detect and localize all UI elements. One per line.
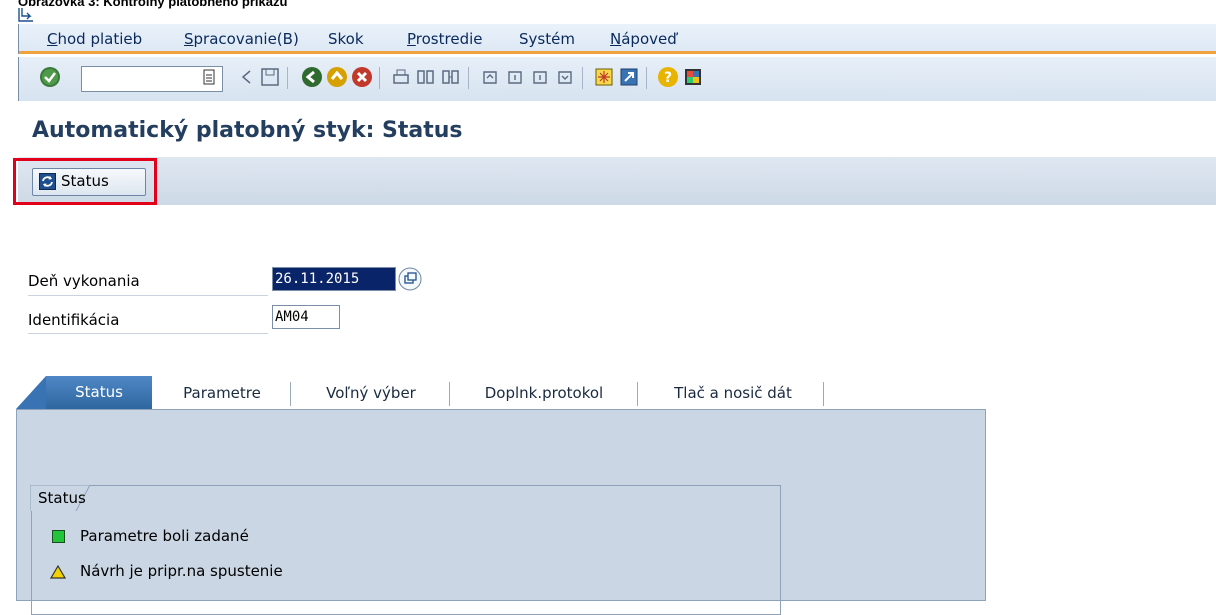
green-square-icon [52,530,65,543]
save-icon[interactable] [259,66,281,88]
new-session-icon[interactable] [593,66,615,88]
status-line-proposal: Návrh je pripr.na spustenie [80,562,283,580]
highlight-box [13,158,157,205]
menu-napoveda[interactable]: Nápoveď [610,30,677,48]
page-title: Automatický platobný styk: Status [32,118,463,143]
back-arrow-icon[interactable] [236,66,258,88]
field-underline [28,333,268,334]
title-area: Automatický platobný styk: Status [18,104,1216,154]
tab-edge-shape [16,376,46,409]
tab-doplnk-protokol[interactable]: Doplnk.protokol [456,378,632,408]
previous-page-icon[interactable] [504,66,526,88]
toolbar-separator [646,67,647,89]
calendar-picker-icon[interactable] [398,267,422,291]
command-history-icon[interactable] [202,69,216,85]
status-line-parameters: Parametre boli zadané [80,527,249,545]
first-page-icon[interactable] [479,66,501,88]
identification-label: Identifikácia [28,311,120,329]
back-icon[interactable] [301,66,323,88]
tab-strip: Status Parametre Voľný výber Doplnk.prot… [16,376,986,409]
menu-spracovanie[interactable]: Spracovanie(B) [184,30,299,48]
status-groupbox [31,485,781,615]
execution-day-input[interactable]: 26.11.2015 [272,267,396,291]
toolbar-separator [582,67,583,89]
tab-status[interactable]: Status [46,376,152,409]
next-page-icon[interactable] [529,66,551,88]
identification-input[interactable]: AM04 [272,305,340,329]
caption: Obrazovka 3: Kontrolný platobného príkaz… [18,0,288,9]
find-icon[interactable] [415,66,437,88]
last-page-icon[interactable] [554,66,576,88]
help-icon[interactable]: ? [657,66,679,88]
svg-text:?: ? [664,70,672,86]
toolbar-separator [287,67,288,89]
tab-separator [449,382,450,406]
system-toolbar: ? [18,57,1216,101]
tab-tlac-a-nosic-dat[interactable]: Tlač a nosič dát [643,378,823,408]
yellow-triangle-icon [50,565,66,579]
exit-icon[interactable] [326,66,348,88]
customize-layout-icon[interactable] [682,66,704,88]
menu-system[interactable]: Systém [519,30,575,48]
toolbar-separator [468,67,469,89]
menu-bar: Chod platieb Spracovanie(B) Skok Prostre… [18,24,1216,54]
tab-separator [637,382,638,406]
layout-icon [18,8,33,22]
application-toolbar: Status [18,157,1216,205]
field-underline [28,295,268,296]
menu-chod-platieb[interactable]: Chod platieb [47,30,142,48]
tab-separator [823,382,824,406]
menu-prostredie[interactable]: Prostredie [407,30,483,48]
menu-accent-line [19,51,1216,54]
menu-skok[interactable]: Skok [328,30,364,48]
tab-volny-vyber[interactable]: Voľný výber [298,378,444,408]
cancel-icon[interactable] [351,66,373,88]
execution-day-label: Deň vykonania [28,272,140,290]
shortcut-icon[interactable] [618,66,640,88]
status-group-title: Status [38,489,86,507]
print-icon[interactable] [390,66,412,88]
toolbar-separator [379,67,380,89]
tab-separator [290,382,291,406]
enter-check-icon[interactable] [39,66,61,88]
find-next-icon[interactable] [440,66,462,88]
tab-parametre[interactable]: Parametre [160,378,284,408]
